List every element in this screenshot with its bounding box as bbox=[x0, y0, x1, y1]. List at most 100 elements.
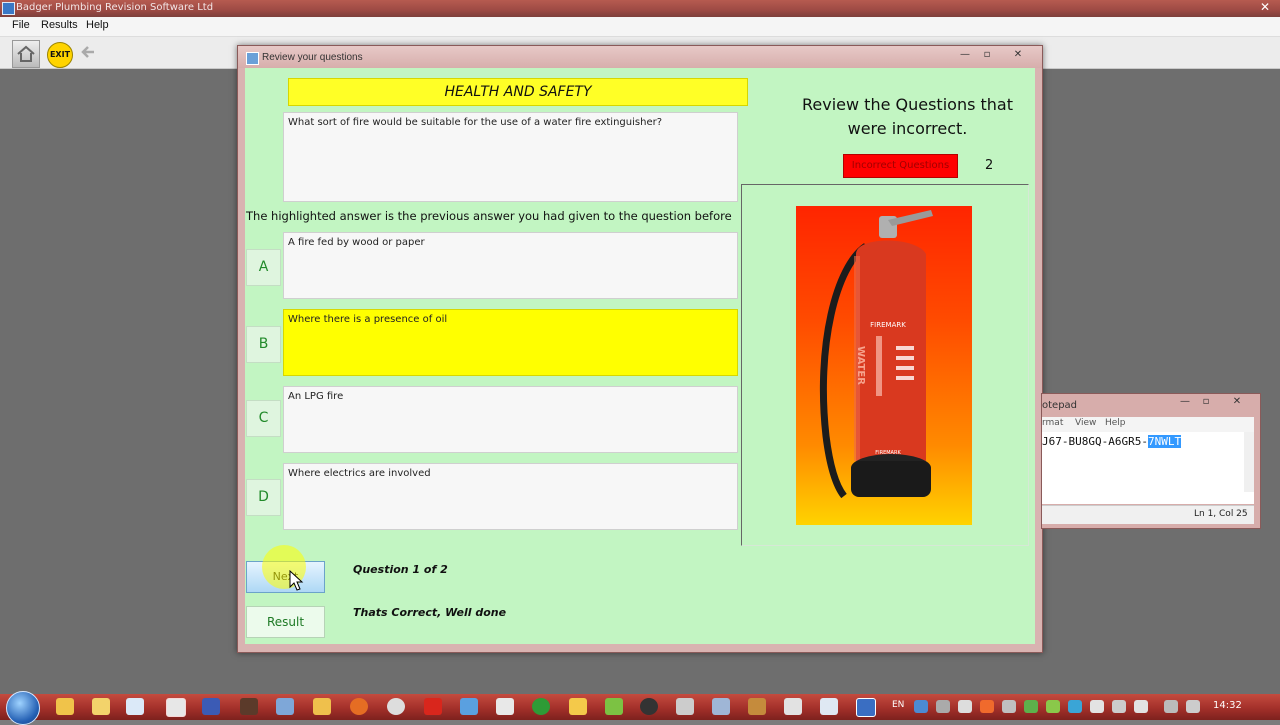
maximize-button[interactable]: ▫ bbox=[977, 48, 997, 62]
explorer-icon[interactable] bbox=[56, 698, 74, 715]
minimize-button[interactable]: — bbox=[955, 48, 975, 62]
mouse-pointer-icon bbox=[289, 570, 304, 591]
app-title: Badger Plumbing Revision Software Ltd bbox=[16, 2, 214, 13]
feedback-text: Thats Correct, Well done bbox=[353, 606, 507, 619]
notepad-menu-bar: rmat View Help bbox=[1042, 417, 1254, 432]
pen-icon[interactable] bbox=[276, 698, 294, 715]
taskbar: EN 14:32 bbox=[0, 691, 1280, 725]
tray-icon[interactable] bbox=[1068, 700, 1082, 713]
chat-icon[interactable] bbox=[784, 698, 802, 715]
notepad-text: J67-BU8GQ-A6GR5- bbox=[1042, 435, 1148, 448]
language-indicator[interactable]: EN bbox=[892, 700, 904, 710]
menu-file[interactable]: File bbox=[12, 19, 30, 31]
word-icon[interactable] bbox=[202, 698, 220, 715]
tray-icon[interactable] bbox=[958, 700, 972, 713]
highlight-hint: The highlighted answer is the previous a… bbox=[246, 209, 732, 223]
leaf-icon[interactable] bbox=[605, 698, 623, 715]
notepad-status-bar: Ln 1, Col 25 bbox=[1042, 505, 1254, 524]
answer-d-button[interactable]: D bbox=[246, 479, 281, 516]
volume-icon[interactable] bbox=[1186, 700, 1200, 713]
tool-icon[interactable] bbox=[240, 698, 258, 715]
network-tray-icon[interactable] bbox=[1164, 700, 1178, 713]
answer-a-button[interactable]: A bbox=[246, 249, 281, 286]
tray-icon[interactable] bbox=[1112, 700, 1126, 713]
home-button[interactable] bbox=[12, 40, 40, 68]
tray-icon[interactable] bbox=[936, 700, 950, 713]
question-counter: Question 1 of 2 bbox=[353, 563, 448, 576]
badger-app-taskbar-icon[interactable] bbox=[856, 698, 876, 717]
notepad-maximize-button[interactable]: ▫ bbox=[1196, 395, 1216, 409]
notepad-window: otepad — ▫ ✕ rmat View Help J67-BU8GQ-A6… bbox=[1041, 393, 1261, 529]
answer-b-button[interactable]: B bbox=[246, 326, 281, 363]
firefox-icon[interactable] bbox=[350, 698, 368, 715]
review-dialog: Review your questions — ▫ ✕ HEALTH AND S… bbox=[237, 45, 1043, 653]
exit-button[interactable]: EXIT bbox=[47, 42, 73, 68]
question-text: What sort of fire would be suitable for … bbox=[283, 112, 738, 202]
app-icon bbox=[2, 2, 15, 15]
dialog-title: Review your questions bbox=[262, 52, 363, 63]
incorrect-count: 2 bbox=[985, 158, 994, 173]
answer-c-text[interactable]: An LPG fire bbox=[283, 386, 738, 453]
back-arrow-icon bbox=[81, 46, 94, 58]
green-app-icon[interactable] bbox=[532, 698, 550, 715]
answer-a-text[interactable]: A fire fed by wood or paper bbox=[283, 232, 738, 299]
notepad-minimize-button[interactable]: — bbox=[1175, 395, 1195, 409]
topic-heading: HEALTH AND SAFETY bbox=[288, 78, 748, 106]
shield-icon[interactable] bbox=[1090, 700, 1104, 713]
app-title-bar: Badger Plumbing Revision Software Ltd ✕ bbox=[0, 0, 1280, 17]
tools-icon[interactable] bbox=[748, 698, 766, 715]
home-icon bbox=[17, 45, 35, 62]
clock[interactable]: 14:32 bbox=[1213, 700, 1242, 711]
dialog-body: HEALTH AND SAFETY What sort of fire woul… bbox=[245, 68, 1035, 644]
extinguisher-brand-lower: FIREMARK bbox=[875, 450, 901, 456]
notepad-scrollbar[interactable] bbox=[1244, 432, 1254, 492]
notepad-menu-help[interactable]: Help bbox=[1105, 418, 1126, 428]
camera-icon[interactable] bbox=[640, 698, 658, 715]
extinguisher-brand: FIREMARK bbox=[870, 321, 906, 329]
review-title: Review the Questions that were incorrect… bbox=[802, 95, 1013, 138]
notepad-title-bar: otepad — ▫ ✕ bbox=[1042, 394, 1260, 414]
notepad-cursor-position: Ln 1, Col 25 bbox=[1194, 509, 1248, 519]
incorrect-questions-button[interactable]: Incorrect Questions bbox=[843, 154, 958, 178]
notepad-menu-format[interactable]: rmat bbox=[1042, 418, 1063, 428]
notepad-taskbar-icon[interactable] bbox=[820, 698, 838, 715]
disc-icon[interactable] bbox=[387, 698, 405, 715]
network-icon[interactable] bbox=[460, 698, 478, 715]
back-button[interactable] bbox=[80, 43, 98, 61]
tray-icon[interactable] bbox=[914, 700, 928, 713]
extinguisher-water-label: WATER bbox=[855, 346, 866, 385]
tray-icon[interactable] bbox=[980, 700, 994, 713]
media-icon[interactable] bbox=[92, 698, 110, 715]
menu-bar: File Results Help bbox=[0, 17, 1280, 37]
window-icon[interactable] bbox=[496, 698, 514, 715]
tray-icon[interactable] bbox=[1046, 700, 1060, 713]
notepad-title: otepad bbox=[1042, 400, 1078, 411]
result-button[interactable]: Result bbox=[246, 606, 325, 638]
answer-b-text[interactable]: Where there is a presence of oil bbox=[283, 309, 738, 376]
app-close-button[interactable]: ✕ bbox=[1258, 0, 1272, 14]
dialog-icon bbox=[246, 52, 259, 65]
device-icon[interactable] bbox=[712, 698, 730, 715]
acrobat-icon[interactable] bbox=[424, 698, 442, 715]
dialog-title-bar: Review your questions — ▫ ✕ bbox=[238, 46, 1042, 68]
chrome-icon[interactable] bbox=[166, 698, 186, 717]
folder-icon[interactable] bbox=[313, 698, 331, 715]
notepad-close-button[interactable]: ✕ bbox=[1227, 395, 1247, 409]
shell-icon[interactable] bbox=[676, 698, 694, 715]
tray-icon[interactable] bbox=[1024, 700, 1038, 713]
menu-help[interactable]: Help bbox=[86, 19, 109, 31]
answer-c-button[interactable]: C bbox=[246, 400, 281, 437]
notepad-menu-view[interactable]: View bbox=[1075, 418, 1096, 428]
menu-results[interactable]: Results bbox=[41, 19, 78, 31]
notepad-editor[interactable]: J67-BU8GQ-A6GR5-7NWLT bbox=[1042, 432, 1254, 504]
photos-icon[interactable] bbox=[569, 698, 587, 715]
image-panel: FIREMARK FIREMARK WATER bbox=[741, 184, 1029, 546]
fire-extinguisher-image: FIREMARK FIREMARK WATER bbox=[796, 206, 972, 525]
notepad-selected-text: 7NWLT bbox=[1147, 435, 1182, 448]
shield-icon[interactable] bbox=[1002, 700, 1016, 713]
answer-d-text[interactable]: Where electrics are involved bbox=[283, 463, 738, 530]
dialog-close-button[interactable]: ✕ bbox=[1008, 48, 1028, 62]
app-taskbar-icon[interactable] bbox=[126, 698, 144, 715]
fire-extinguisher-icon: FIREMARK FIREMARK WATER bbox=[819, 210, 933, 499]
tray-icon[interactable] bbox=[1134, 700, 1148, 713]
